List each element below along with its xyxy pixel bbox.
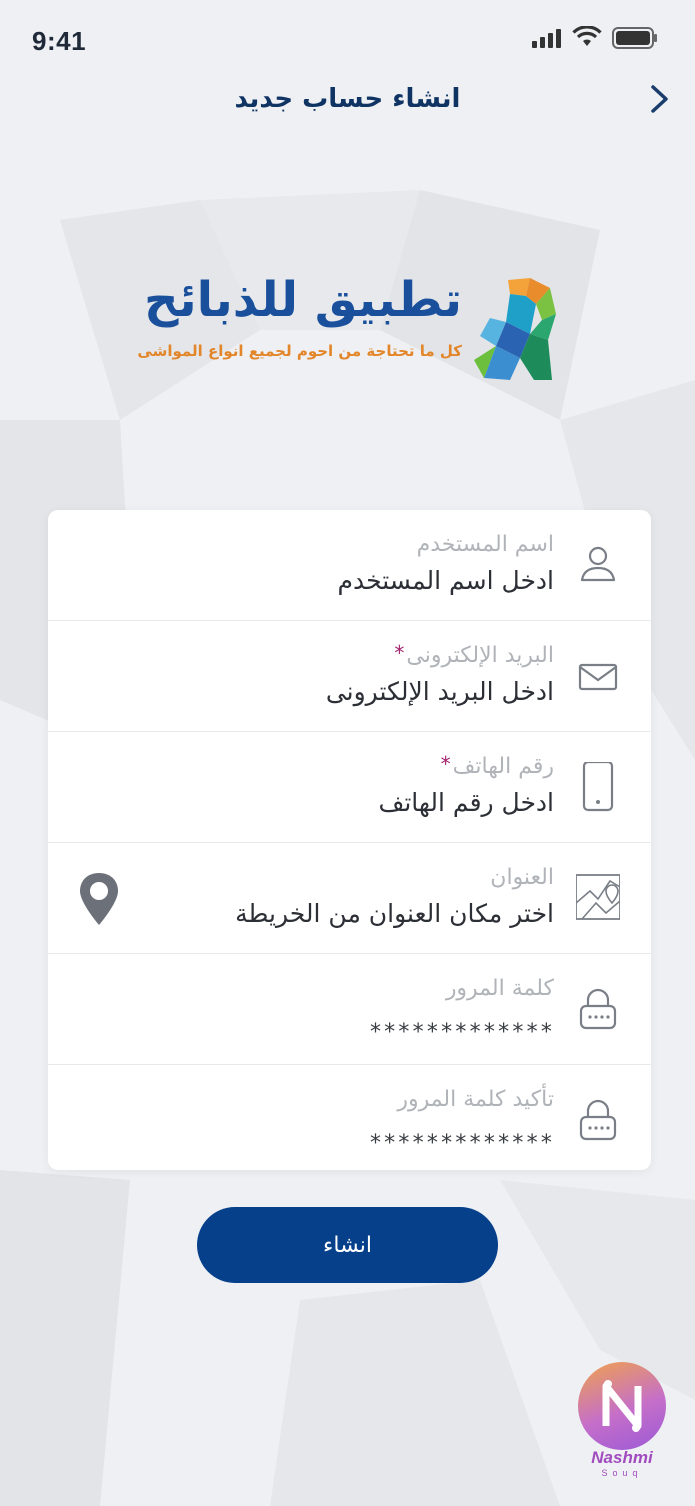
- location-pin-icon[interactable]: [76, 871, 122, 927]
- create-account-button[interactable]: انشاء: [197, 1207, 498, 1283]
- phone-label: * رقم الهاتف: [440, 752, 554, 779]
- lock-icon: [579, 1099, 617, 1141]
- password-label: كلمة المرور: [445, 976, 554, 1001]
- lock-icon: [579, 988, 617, 1030]
- address-label: العنوان: [490, 865, 554, 890]
- phone-field[interactable]: * رقم الهاتف ادخل رقم الهاتف: [48, 732, 651, 843]
- watermark-sub: Souq: [601, 1468, 643, 1478]
- confirm-password-field[interactable]: تأكيد كلمة المرور *************: [48, 1065, 651, 1175]
- required-marker: *: [440, 752, 451, 776]
- confirm-password-label: تأكيد كلمة المرور: [397, 1087, 554, 1112]
- address-field[interactable]: العنوان اختر مكان العنوان من الخريطة: [48, 843, 651, 954]
- phone-icon: [582, 762, 614, 812]
- password-field[interactable]: كلمة المرور *************: [48, 954, 651, 1065]
- password-input[interactable]: *************: [369, 1020, 554, 1045]
- page-title: انشاء حساب جديد: [234, 84, 461, 114]
- email-input[interactable]: ادخل البريد الإلكترونى: [326, 677, 554, 706]
- signal-icon: [532, 29, 561, 48]
- watermark-n-icon: [578, 1362, 666, 1450]
- watermark-logo: Nashmi Souq: [578, 1362, 666, 1482]
- confirm-password-input[interactable]: *************: [369, 1131, 554, 1156]
- user-icon: [580, 546, 616, 582]
- chevron-right-icon[interactable]: [646, 84, 674, 114]
- email-field[interactable]: * البريد الإلكترونى ادخل البريد الإلكترو…: [48, 621, 651, 732]
- battery-icon: [612, 27, 657, 49]
- phone-input[interactable]: ادخل رقم الهاتف: [378, 788, 554, 817]
- app-logo: تطبيق للذبائح كل ما تحتاجة من احوم لجميع…: [132, 270, 562, 390]
- logo-title: تطبيق للذبائح: [144, 272, 462, 328]
- goat-logo-icon: [474, 278, 556, 380]
- status-time: 9:41: [32, 26, 87, 56]
- mail-icon: [578, 663, 618, 691]
- username-input[interactable]: ادخل اسم المستخدم: [338, 566, 555, 595]
- map-icon: [576, 874, 620, 920]
- required-marker: *: [394, 641, 405, 665]
- watermark-name: Nashmi: [591, 1448, 653, 1467]
- username-field[interactable]: اسم المستخدم ادخل اسم المستخدم: [48, 510, 651, 621]
- status-bar: 9:41: [0, 0, 695, 80]
- signup-form: اسم المستخدم ادخل اسم المستخدم * البريد …: [48, 510, 651, 1170]
- email-label: * البريد الإلكترونى: [394, 641, 554, 668]
- username-label: اسم المستخدم: [416, 532, 554, 557]
- address-input[interactable]: اختر مكان العنوان من الخريطة: [235, 899, 554, 928]
- wifi-icon: [572, 26, 602, 46]
- logo-subtitle: كل ما تحتاجة من احوم لجميع انواع المواشى: [137, 342, 462, 360]
